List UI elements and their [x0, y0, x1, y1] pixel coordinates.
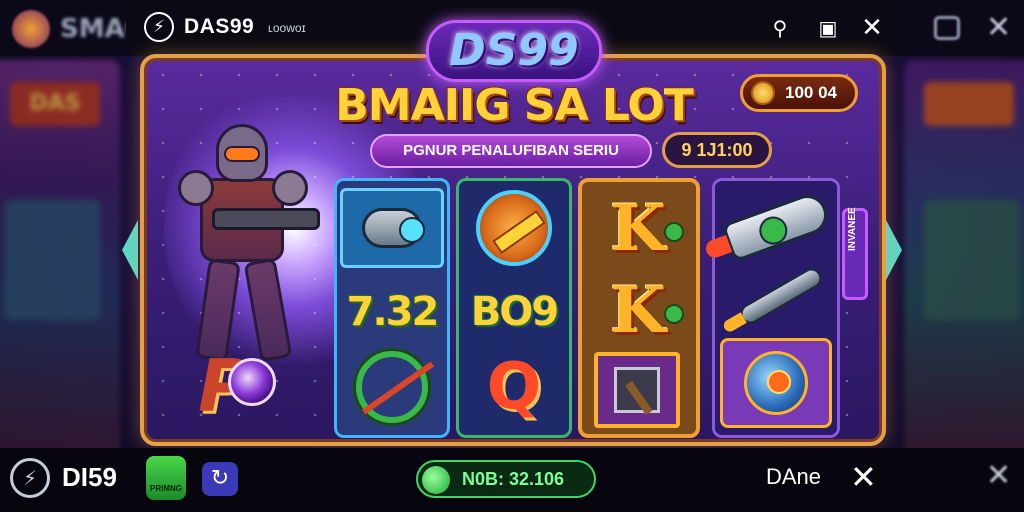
background-arcade-left: DAS [0, 60, 120, 460]
hero-shoulder-left [178, 170, 214, 206]
stake-display[interactable]: 9 1J1:00 [662, 132, 772, 168]
clover-icon [664, 222, 684, 242]
close-icon[interactable]: ✕ [850, 458, 877, 496]
hero-visor [224, 146, 260, 162]
coin-symbol [462, 186, 566, 270]
clover-icon [664, 304, 684, 324]
cannon-icon [362, 208, 425, 248]
done-button[interactable]: DAne [766, 464, 821, 490]
hero-shoulder-right [272, 170, 308, 206]
next-arrow-button[interactable] [886, 220, 902, 280]
game-title: BMAIIG SA LOT [335, 80, 694, 131]
background-sign-right [924, 82, 1014, 126]
side-info-label: INVANEE [847, 207, 858, 251]
picture-frame-icon [614, 367, 660, 413]
bonus-symbol: P [198, 344, 294, 428]
background-screen-left [5, 200, 100, 320]
background-close-icon: ✕ [986, 458, 1012, 493]
side-info-tab[interactable]: INVANEE [842, 207, 868, 300]
game-subtitle: PGNUR PENALUFIBAN SERIU [370, 134, 652, 168]
brand-title: DAS99 [184, 15, 255, 38]
game-logo: DS99 [426, 20, 602, 82]
q-symbol: Q [486, 350, 542, 424]
green-gem-icon [422, 466, 450, 494]
coin-icon [751, 81, 775, 105]
footer-brand: DI59 [62, 462, 117, 492]
background-close-icon: ✕ [986, 10, 1012, 45]
bottom-bar: ⚡ DI59 PRIMNG ↻ N0B: 32.106 DAne ✕ ✕ [0, 448, 1024, 512]
prev-arrow-button[interactable] [122, 220, 138, 280]
game-screen: DAS SMAG ✕ ⚡ DAS99 ʟᴏᴏᴡᴏɪ ⚲ ▣ ✕ DS99 BMA… [0, 0, 1024, 512]
brand-subtitle: ʟᴏᴏᴡᴏɪ [268, 21, 306, 35]
orange-coin-icon [476, 190, 552, 266]
number-symbol-2: BO9 [470, 289, 559, 335]
close-icon[interactable]: ✕ [858, 14, 886, 42]
refresh-icon[interactable]: ↻ [202, 462, 238, 496]
coin-balance-pill[interactable]: 100 04 [740, 74, 858, 112]
missile-icon [737, 264, 825, 328]
bonus-orb [228, 358, 276, 406]
coin-balance: 100 04 [785, 83, 837, 102]
background-bag-icon [934, 16, 960, 40]
hero-gun [212, 208, 320, 230]
background-app-icon [12, 10, 50, 48]
number-symbol-1: 7.32 [346, 289, 440, 335]
bookmark-icon[interactable]: ▣ [814, 14, 842, 42]
hero-character [172, 120, 322, 370]
planet-icon [744, 351, 808, 415]
balance-pill: N0B: 32.106 [416, 460, 596, 498]
missile-symbol [726, 264, 836, 328]
rocket-symbol [721, 189, 833, 263]
lightning-icon: ⚡ [144, 12, 174, 42]
background-sign-left: DAS [10, 82, 100, 126]
rocket-icon [721, 189, 833, 263]
app-shortcut-green[interactable]: PRIMNG [146, 456, 186, 500]
bow-symbol [340, 344, 444, 430]
lightning-icon[interactable]: ⚡ [10, 458, 50, 498]
bow-icon [356, 351, 428, 423]
background-screen-right [924, 200, 1019, 320]
planet-symbol [720, 338, 832, 428]
balance-value: N0B: 32.106 [462, 469, 565, 489]
user-search-icon[interactable]: ⚲ [766, 14, 794, 42]
picture-frame-symbol [594, 352, 680, 428]
cannon-symbol [340, 188, 444, 268]
background-arcade-right [904, 60, 1024, 460]
